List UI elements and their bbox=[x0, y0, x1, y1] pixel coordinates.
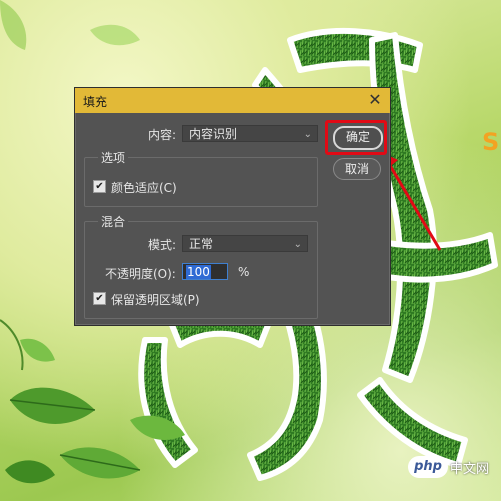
chevron-down-icon: ⌄ bbox=[303, 129, 312, 140]
opacity-unit: % bbox=[238, 265, 250, 279]
dialog-titlebar[interactable]: 填充 ✕ bbox=[75, 88, 390, 113]
color-adapt-label: 颜色适应(C) bbox=[111, 181, 177, 195]
decorative-letter: S bbox=[482, 128, 499, 156]
mode-select-value: 正常 bbox=[189, 237, 214, 251]
options-group-title: 选项 bbox=[98, 149, 129, 166]
content-select[interactable]: 内容识别 ⌄ bbox=[182, 125, 318, 142]
preserve-transparency-checkbox[interactable]: ✔ bbox=[93, 292, 106, 305]
mode-select[interactable]: 正常 ⌄ bbox=[182, 235, 308, 252]
php-logo: php bbox=[408, 456, 448, 478]
content-select-value: 内容识别 bbox=[189, 127, 238, 141]
watermark: php 中文网 bbox=[408, 456, 496, 478]
checkmark-icon: ✔ bbox=[95, 181, 104, 192]
dialog-title: 填充 bbox=[83, 95, 108, 109]
opacity-value: 100 bbox=[186, 265, 211, 279]
ok-highlight-box bbox=[325, 120, 387, 155]
watermark-text: 中文网 bbox=[450, 462, 490, 477]
checkmark-icon: ✔ bbox=[95, 293, 104, 304]
opacity-label: 不透明度(O): bbox=[105, 267, 176, 281]
preserve-transparency-label: 保留透明区域(P) bbox=[111, 293, 200, 307]
opacity-input[interactable]: 100 bbox=[182, 263, 228, 280]
chevron-down-icon: ⌄ bbox=[293, 239, 302, 250]
color-adapt-checkbox[interactable]: ✔ bbox=[93, 180, 106, 193]
blend-group-title: 混合 bbox=[98, 213, 129, 230]
close-icon[interactable]: ✕ bbox=[366, 91, 384, 109]
cancel-button[interactable]: 取消 bbox=[333, 158, 381, 180]
mode-label: 模式: bbox=[148, 238, 177, 252]
content-label: 内容: bbox=[148, 128, 177, 142]
